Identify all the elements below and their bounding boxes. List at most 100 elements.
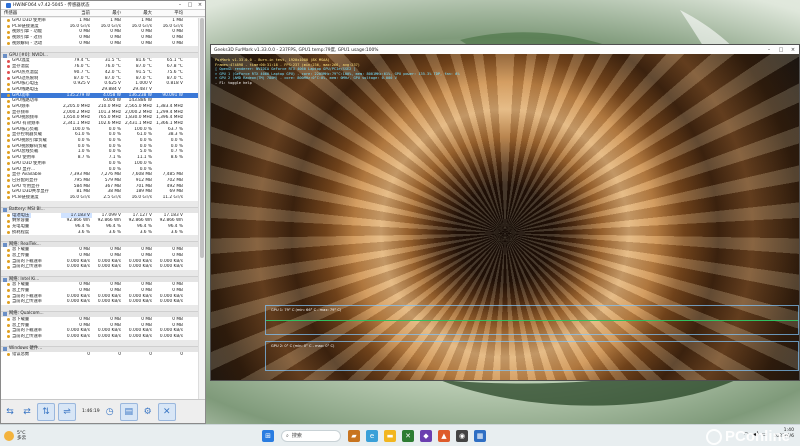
app-icon-1[interactable]: ▰ xyxy=(348,429,360,442)
sensor-column-header[interactable]: 传感器 当前 最小 最大 平均 xyxy=(1,10,205,17)
value-avg: 0.000 KB/s xyxy=(159,299,183,305)
value-current: 0.000 KB/s xyxy=(66,299,90,305)
xbox-icon[interactable]: ✕ xyxy=(402,429,414,442)
value-current: 3.6 % xyxy=(77,229,90,235)
value-max: 0.000 KB/s xyxy=(128,333,152,339)
sensor-type-icon xyxy=(7,283,10,287)
start-windows-icon[interactable]: ⊞ xyxy=(262,429,274,442)
furmark-close-button[interactable]: × xyxy=(787,47,799,53)
expand-arrows-icon[interactable]: ⇄ xyxy=(20,405,34,419)
hwinfo-window[interactable]: HWiNFO64 v7.42-5045 - 传感器状态 – □ × 传感器 当前… xyxy=(0,0,206,424)
sensor-label: 损耗程度 xyxy=(12,229,30,235)
value-max: 0 xyxy=(149,351,152,357)
furmark-minimize-button[interactable]: – xyxy=(763,47,775,53)
sensor-row[interactable]: 当前的上传速率 0.000 KB/s 0.000 KB/s 0.000 KB/s 0.0… xyxy=(1,299,199,305)
sensor-type-icon xyxy=(7,116,10,120)
col-max[interactable]: 最大 xyxy=(123,10,154,16)
sensor-type-icon xyxy=(7,289,10,293)
search-icon: ⌕ xyxy=(286,432,289,439)
taskbar-search[interactable]: ⌕ 搜索 xyxy=(281,429,341,442)
sensor-type-icon xyxy=(7,145,10,149)
sensor-type-icon xyxy=(7,184,10,188)
elapsed-timer: 1:46:19 xyxy=(82,409,100,414)
sensor-type-icon xyxy=(7,82,10,86)
sensor-row[interactable]: PCIe链接速度 16.0 GT/s 2.5 GT/s 16.0 GT/s 11.2 G… xyxy=(1,195,199,201)
edge-browser-icon[interactable]: e xyxy=(366,429,378,442)
sensor-label: 视频解码 - 活动 xyxy=(12,40,43,46)
sensor-type-icon xyxy=(7,231,10,235)
sensor-type-icon xyxy=(7,225,10,229)
col-sensor[interactable]: 传感器 xyxy=(1,10,61,16)
sensor-row[interactable]: 错误总数 0 0 0 0 xyxy=(1,352,199,358)
sensor-type-icon xyxy=(7,36,10,40)
sensor-type-icon xyxy=(7,254,10,258)
sensor-switch-icon[interactable]: ⇌ xyxy=(58,402,76,421)
sensor-type-icon xyxy=(7,25,10,29)
furmark-maximize-button[interactable]: □ xyxy=(775,47,787,53)
scrollbar-thumb[interactable] xyxy=(200,18,204,258)
network-icon[interactable]: ⇅ xyxy=(37,402,55,421)
reset-close-icon[interactable]: ✕ xyxy=(157,402,176,421)
device-icon xyxy=(3,347,7,352)
sensor-type-icon xyxy=(7,42,10,46)
value-avg: 0 xyxy=(180,351,183,357)
col-current[interactable]: 当前 xyxy=(61,10,92,16)
sensor-row[interactable]: 当前的上传速率 0.000 KB/s 0.000 KB/s 0.000 KB/s 0.0… xyxy=(1,334,199,340)
sensor-label: PCIe链接速度 xyxy=(12,194,39,200)
value-max: 0 MB xyxy=(141,40,152,46)
sensor-type-icon xyxy=(7,318,10,322)
osd-line: - F1: toggle help xyxy=(215,80,252,85)
value-current: 0 MB xyxy=(79,40,90,46)
furmark-task-icon[interactable]: ◉ xyxy=(456,429,468,442)
sensor-scrollbar[interactable] xyxy=(198,18,205,401)
value-min: 0.000 KB/s xyxy=(97,299,121,305)
sensor-type-icon xyxy=(7,352,10,356)
app-icon-6[interactable]: ▲ xyxy=(438,429,450,442)
sensor-type-icon xyxy=(7,196,10,200)
sensor-type-icon xyxy=(7,300,10,304)
settings-gear-icon[interactable]: ⚙ xyxy=(141,405,155,419)
sensor-type-icon xyxy=(7,329,10,333)
furmark-titlebar[interactable]: Geeks3D FurMark v1.33.0.0 - 237FPS, GPU1… xyxy=(211,45,799,54)
sensor-row[interactable]: 损耗程度 3.6 % 3.6 % 3.6 % 3.6 % xyxy=(1,230,199,236)
maximize-button[interactable]: □ xyxy=(185,2,195,8)
value-min: 3.6 % xyxy=(108,229,121,235)
col-min[interactable]: 最小 xyxy=(92,10,123,16)
sensor-type-icon xyxy=(7,190,10,194)
device-icon xyxy=(3,277,7,282)
value-current: 16.0 GT/s xyxy=(69,194,90,200)
watermark-text: PConline xyxy=(724,428,790,445)
app-icon-5[interactable]: ◆ xyxy=(420,429,432,442)
sensor-type-icon xyxy=(7,139,10,143)
device-icon xyxy=(3,242,7,247)
sensor-list[interactable]: GPU D3D 使用率 1 MB 1 MB 1 MB 1 MB PCIe链接速度 16.0 … xyxy=(1,18,199,401)
sensor-row[interactable]: 视频解码 - 活动 0 MB 0 MB 0 MB 0 MB xyxy=(1,41,199,47)
report-icon[interactable]: ▤ xyxy=(119,402,138,421)
gpu1-graph-line xyxy=(266,320,798,321)
sensor-type-icon xyxy=(7,59,10,63)
device-icon xyxy=(3,53,7,58)
weather-sun-icon xyxy=(4,430,14,441)
gpu2-temp-graph: GPU 2: 0° C (min: 0° C - max: 0° C) xyxy=(265,341,799,371)
col-avg[interactable]: 平均 xyxy=(154,10,185,16)
minimize-button[interactable]: – xyxy=(175,2,185,8)
sensor-type-icon xyxy=(7,260,10,264)
hwinfo-title: HWiNFO64 v7.42-5045 - 传感器状态 xyxy=(13,3,90,8)
nav-arrows-icon[interactable]: ⇆ xyxy=(3,405,17,419)
value-max: 0.000 KB/s xyxy=(128,264,152,270)
clock-icon[interactable]: ◷ xyxy=(103,405,117,419)
sensor-type-icon xyxy=(7,110,10,114)
sensor-type-icon xyxy=(7,335,10,339)
hwinfo-titlebar[interactable]: HWiNFO64 v7.42-5045 - 传感器状态 – □ × xyxy=(1,1,205,10)
hwinfo-task-icon[interactable]: ▦ xyxy=(474,429,486,442)
sensor-row[interactable]: 当前的上传速率 0.000 KB/s 0.000 KB/s 0.000 KB/s 0.0… xyxy=(1,264,199,270)
weather-widget[interactable]: 5°C 多云 xyxy=(4,430,64,441)
sensor-type-icon xyxy=(7,19,10,23)
furmark-window[interactable]: Geeks3D FurMark v1.33.0.0 - 237FPS, GPU1… xyxy=(210,44,800,381)
sensor-label: 当前的上传速率 xyxy=(12,333,43,339)
file-explorer-icon[interactable]: ▬ xyxy=(384,429,396,442)
sensor-type-icon xyxy=(7,323,10,327)
value-max: 16.0 GT/s xyxy=(131,194,152,200)
close-button[interactable]: × xyxy=(195,2,205,8)
sensor-type-icon xyxy=(7,128,10,132)
